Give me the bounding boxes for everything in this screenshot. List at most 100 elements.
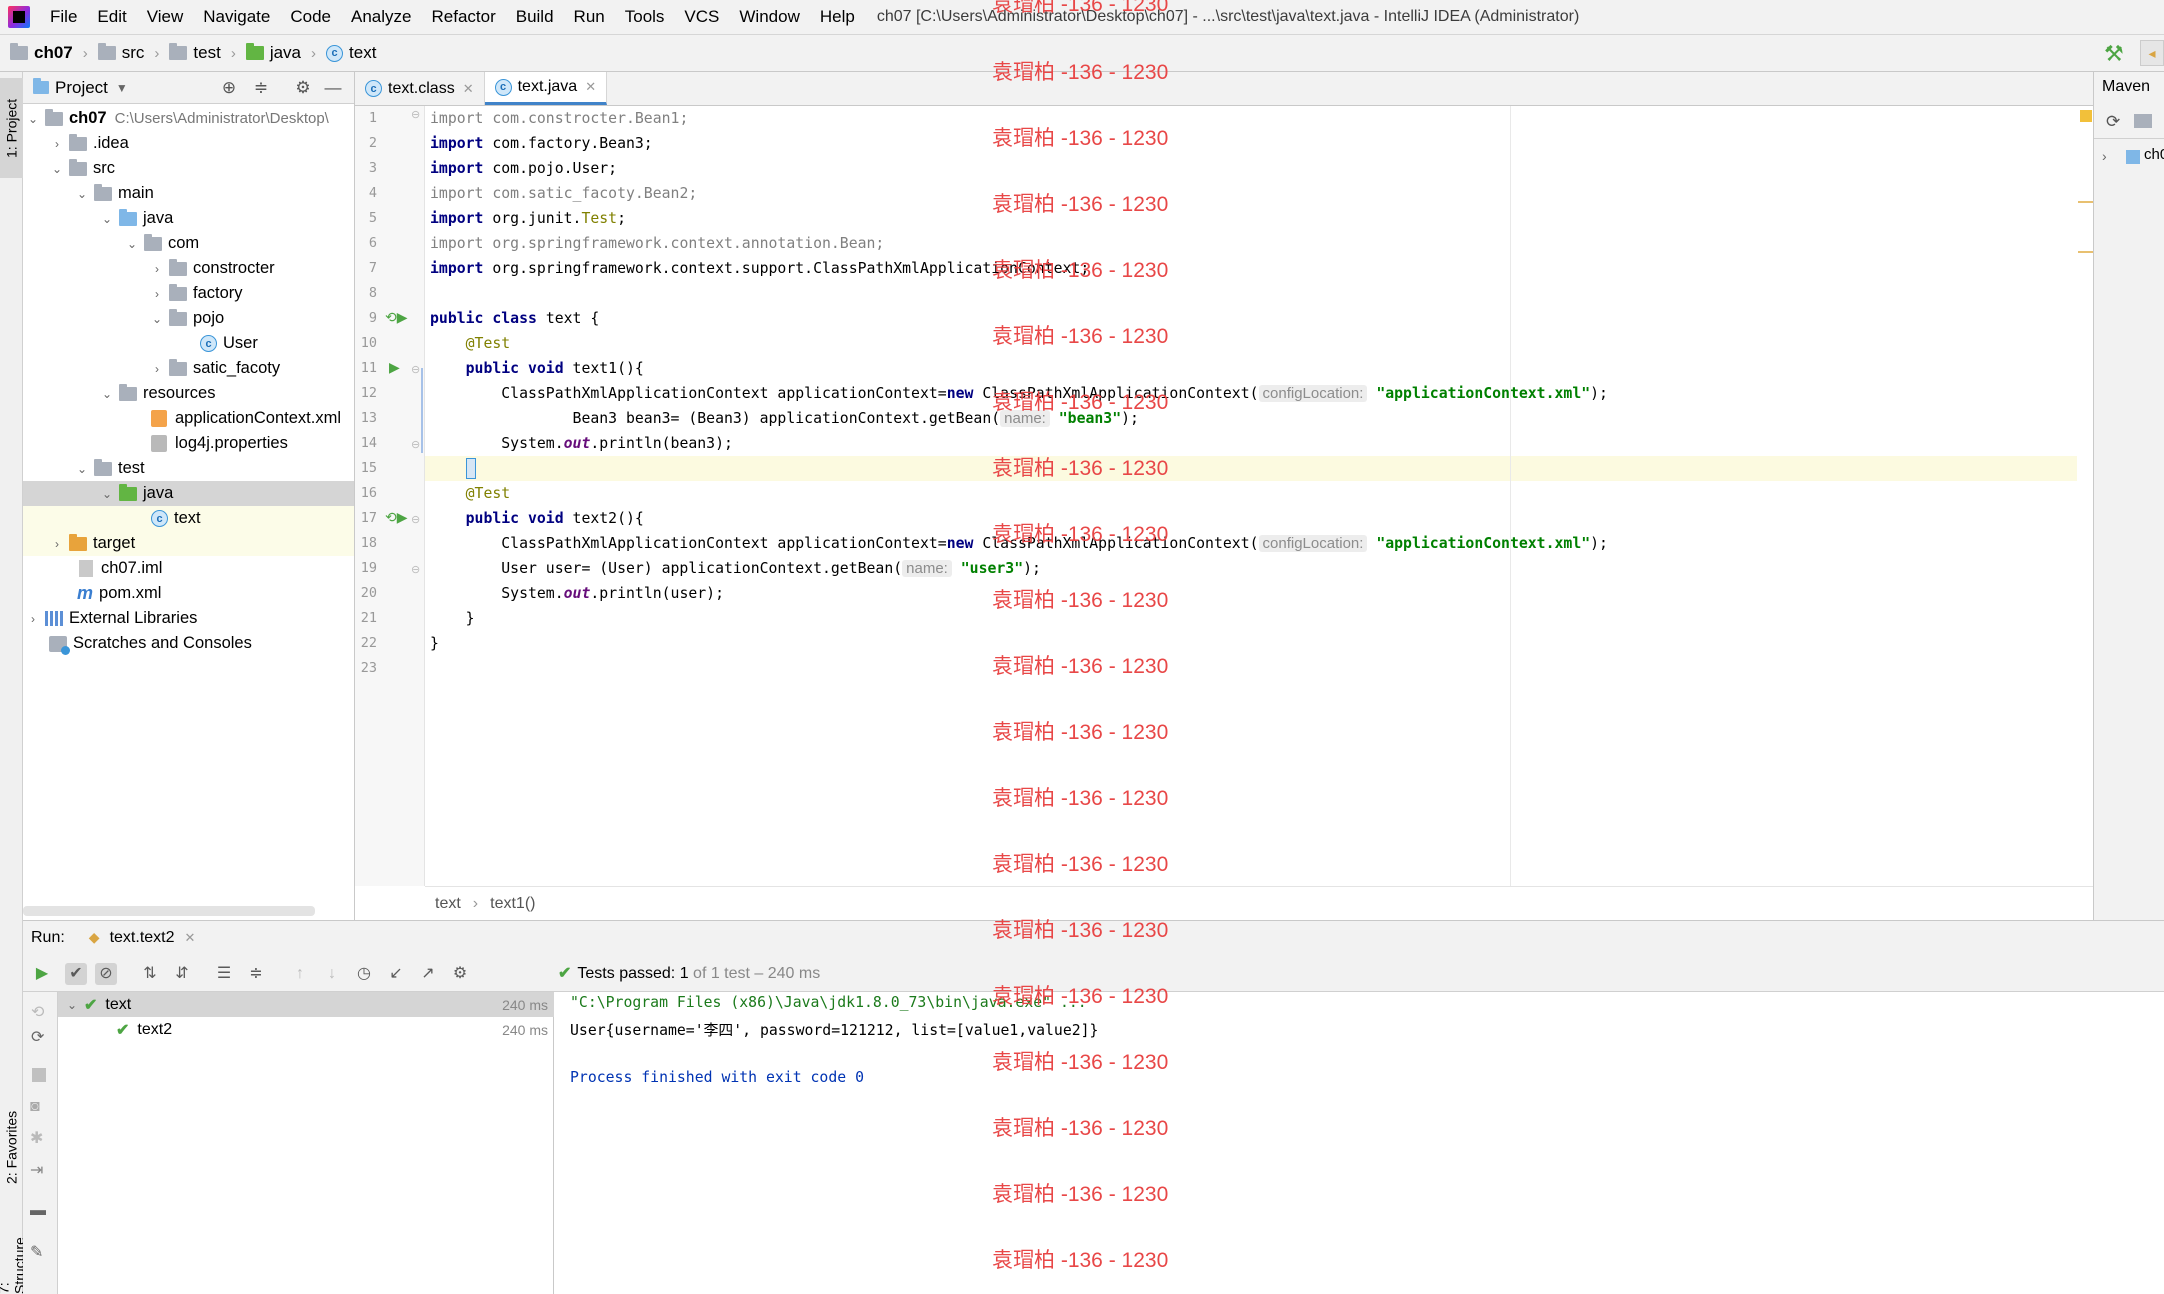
history-icon[interactable]: ◷ [353,963,375,985]
run-test-icon[interactable]: ▶ [389,359,400,376]
sort-alpha-icon[interactable]: ⇅ [139,963,161,985]
close-icon[interactable]: ✕ [585,79,596,95]
nav-crumb-project[interactable]: ch07 › [10,43,88,63]
stop-icon[interactable] [32,1068,46,1082]
menu-view[interactable]: View [137,7,194,27]
warning-marker[interactable] [2078,251,2093,253]
nav-crumb-test[interactable]: test › [169,43,236,63]
tree-item-com[interactable]: ⌄ com [23,231,354,256]
tree-item-main-java[interactable]: ⌄ java [23,206,354,231]
chevron-right-icon[interactable]: › [2102,148,2107,164]
tree-item-idea[interactable]: › .idea [23,131,354,156]
test-row-text2[interactable]: ✔ text2 240 ms [58,1017,554,1042]
project-panel-title[interactable]: Project [55,78,108,98]
menu-file[interactable]: File [40,7,87,27]
show-passed-icon[interactable]: ✔ [65,963,87,985]
run-tab-label[interactable]: text.text2 [110,929,175,947]
tree-item-ch07[interactable]: ⌄ ch07 C:\Users\Administrator\Desktop\ [23,106,354,131]
tree-item-scratches[interactable]: Scratches and Consoles [23,631,354,656]
sort-duration-icon[interactable]: ⇵ [171,963,193,985]
import-tests-icon[interactable]: ↙ [385,963,407,985]
tree-item-factory[interactable]: › factory [23,281,354,306]
debug-icon[interactable]: ✱ [30,1128,43,1148]
run-class-icon[interactable]: ⟲▶ [385,309,408,326]
menu-build[interactable]: Build [506,7,564,27]
tree-item-pojo[interactable]: ⌄ pojo [23,306,354,331]
tree-item-src[interactable]: ⌄ src [23,156,354,181]
breadcrumb-item[interactable]: text [435,895,461,913]
structure-tool-tab[interactable]: 7: Structure [0,1222,23,1294]
collapse-all-icon[interactable]: ≑ [245,963,267,985]
favorites-tool-tab[interactable]: 2: Favorites [0,1092,23,1202]
tree-item-applicationcontext-xml[interactable]: applicationContext.xml [23,406,354,431]
tree-item-constrocter[interactable]: › constrocter [23,256,354,281]
menu-analyze[interactable]: Analyze [341,7,421,27]
menu-refactor[interactable]: Refactor [421,7,505,27]
pin-icon[interactable]: ✎ [30,1242,43,1262]
show-ignored-icon[interactable]: ⊘ [95,963,117,985]
run-config-icon[interactable]: ◂ [2140,40,2164,66]
editor-gutter[interactable]: 1 2 3 4 5 6 7 8 9 10 11 12 13 14 15 16 1… [355,106,425,886]
close-icon[interactable]: ✕ [463,81,474,97]
breadcrumb-item[interactable]: text1() [490,895,535,913]
warning-marker[interactable] [2078,201,2093,203]
warning-indicator-icon[interactable] [2080,110,2092,122]
console-output[interactable]: "C:\Program Files (x86)\Java\jdk1.8.0_73… [555,992,2164,1294]
rerun-icon[interactable]: ▶ [31,963,53,985]
nav-crumb-text[interactable]: c text [326,43,376,63]
menu-window[interactable]: Window [729,7,809,27]
tab-text-class[interactable]: c text.class ✕ [355,72,485,105]
rerun-failed-icon[interactable]: ⟲ [31,1002,44,1022]
chevron-down-icon[interactable]: ▼ [116,81,128,95]
build-hammer-icon[interactable]: ⚒ [2104,41,2124,67]
tree-item-external-libraries[interactable]: › External Libraries [23,606,354,631]
error-stripe[interactable] [2078,106,2093,886]
run-test-passed-icon[interactable]: ⟲▶ [385,509,408,526]
tree-item-main[interactable]: ⌄ main [23,181,354,206]
camera-icon[interactable]: ◙ [30,1098,40,1116]
menu-edit[interactable]: Edit [87,7,136,27]
toggle-auto-test-icon[interactable]: ⟳ [31,1027,44,1047]
menu-help[interactable]: Help [810,7,865,27]
fold-icon[interactable]: ⊖ [411,438,420,451]
nav-crumb-java[interactable]: java › [245,43,316,63]
hide-icon[interactable]: — [323,78,343,98]
menu-navigate[interactable]: Navigate [193,7,280,27]
arrow-down-icon[interactable]: ↓ [321,963,343,985]
gear-icon[interactable]: ⚙ [449,963,471,985]
expand-all-icon[interactable]: ☰ [213,963,235,985]
tree-item-pom-xml[interactable]: m pom.xml [23,581,354,606]
tree-item-text[interactable]: c text [23,506,354,531]
arrow-up-icon[interactable]: ↑ [289,963,311,985]
tree-item-ch07-iml[interactable]: ch07.iml [23,556,354,581]
tab-text-java[interactable]: c text.java ✕ [484,72,608,105]
tree-item-log4j-properties[interactable]: log4j.properties [23,431,354,456]
fold-icon[interactable]: ⊖ [411,363,420,376]
tree-item-resources[interactable]: ⌄ resources [23,381,354,406]
fold-icon[interactable]: ⊖ [411,108,420,121]
maven-panel-title[interactable]: Maven [2102,78,2150,96]
project-tool-tab[interactable]: 1: Project [0,78,23,178]
tree-item-test[interactable]: ⌄ test [23,456,354,481]
collapse-all-icon[interactable]: ≑ [251,78,271,98]
nav-crumb-src[interactable]: src › [97,43,159,63]
menu-code[interactable]: Code [280,7,341,27]
close-icon[interactable]: ✕ [185,930,196,946]
export-tests-icon[interactable]: ↗ [417,963,439,985]
maven-project-icon[interactable] [2134,114,2152,128]
layout-icon[interactable]: ▬ [30,1202,46,1220]
tree-item-satic-facoty[interactable]: › satic_facoty [23,356,354,381]
exit-icon[interactable]: ⇥ [30,1160,43,1180]
menu-run[interactable]: Run [564,7,615,27]
locate-icon[interactable]: ⊕ [219,78,239,98]
gear-icon[interactable]: ⚙ [293,78,313,98]
maven-item-label[interactable]: ch0 [2144,146,2164,163]
fold-icon[interactable]: ⊖ [411,563,420,576]
fold-icon[interactable]: ⊖ [411,513,420,526]
menu-tools[interactable]: Tools [615,7,675,27]
refresh-icon[interactable]: ⟳ [2106,112,2120,132]
horizontal-scrollbar[interactable] [23,906,315,916]
tree-item-test-java[interactable]: ⌄ java [23,481,354,506]
menu-vcs[interactable]: VCS [674,7,729,27]
tree-item-user[interactable]: c User [23,331,354,356]
